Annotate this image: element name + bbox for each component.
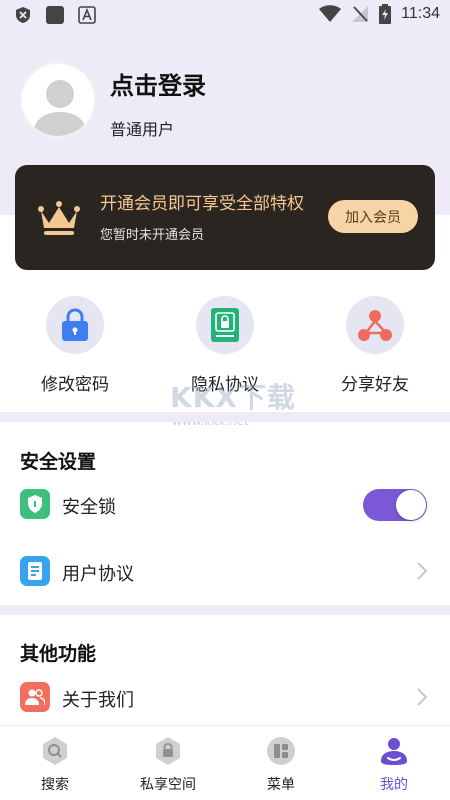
nav-label: 我的 <box>380 777 408 793</box>
chevron-right-icon[interactable] <box>416 687 428 707</box>
section-divider <box>0 412 450 422</box>
section-divider <box>0 605 450 615</box>
status-time: 11:34 <box>401 5 440 22</box>
status-bar: 11:34 <box>0 0 450 32</box>
wifi-icon <box>319 5 342 22</box>
vip-subtitle: 您暂时未开通会员 <box>100 228 205 243</box>
change-password-icon-wrap <box>46 296 104 354</box>
private-space-icon <box>156 737 180 765</box>
user-agreement-row[interactable]: 用户协议 <box>62 560 134 586</box>
share-icon <box>358 310 392 341</box>
document-lock-icon <box>211 308 239 342</box>
watermark-text: KKX下载 <box>170 381 296 414</box>
profile-icon <box>381 738 407 765</box>
nav-mine[interactable]: 我的 <box>339 736 449 794</box>
about-us-row-icon <box>20 682 50 712</box>
quick-action-label: 分享好友 <box>341 375 409 395</box>
other-section-title: 其他功能 <box>20 643 97 665</box>
nav-label: 私享空间 <box>140 777 196 793</box>
user-type-label: 普通用户 <box>110 120 175 139</box>
share-friends-icon-wrap <box>346 296 404 354</box>
privacy-policy-icon-wrap <box>196 296 254 354</box>
nav-label: 搜索 <box>41 777 69 793</box>
font-a-icon <box>78 6 96 24</box>
no-signal-icon <box>352 6 369 22</box>
app-square-icon <box>46 6 64 24</box>
vip-title: 开通会员即可享受全部特权 <box>100 194 304 214</box>
nav-menu[interactable]: 菜单 <box>226 736 336 794</box>
lock-icon <box>62 308 88 341</box>
about-us-row[interactable]: 关于我们 <box>62 686 134 712</box>
users-icon <box>25 689 45 706</box>
chevron-right-icon[interactable] <box>416 561 428 581</box>
vip-card: 开通会员即可享受全部特权 您暂时未开通会员 加入会员 <box>15 165 435 270</box>
login-link[interactable]: 点击登录 <box>110 66 206 101</box>
shield-x-icon <box>16 7 30 23</box>
toggle-knob <box>396 490 426 520</box>
menu-grid-icon <box>267 737 295 765</box>
security-lock-toggle[interactable] <box>363 489 427 521</box>
agreement-document-icon <box>28 562 42 580</box>
quick-action-change-password[interactable]: 修改密码 <box>15 296 135 395</box>
join-vip-button[interactable]: 加入会员 <box>328 200 418 233</box>
crown-icon <box>38 201 80 235</box>
avatar[interactable] <box>20 62 96 138</box>
nav-private-space[interactable]: 私享空间 <box>113 736 223 794</box>
quick-action-share-friends[interactable]: 分享好友 <box>315 296 435 395</box>
bottom-nav: 搜索 私享空间 菜单 我的 <box>0 725 450 800</box>
quick-action-label: 修改密码 <box>41 375 109 395</box>
nav-label: 菜单 <box>267 777 295 793</box>
security-lock-label: 安全锁 <box>62 497 116 518</box>
user-agreement-row-icon <box>20 556 50 586</box>
security-lock-row-icon <box>20 489 50 519</box>
search-icon <box>43 737 67 765</box>
shield-icon <box>28 495 42 513</box>
security-section-title: 安全设置 <box>20 451 97 473</box>
battery-charging-icon <box>379 4 392 24</box>
nav-search[interactable]: 搜索 <box>0 736 110 794</box>
